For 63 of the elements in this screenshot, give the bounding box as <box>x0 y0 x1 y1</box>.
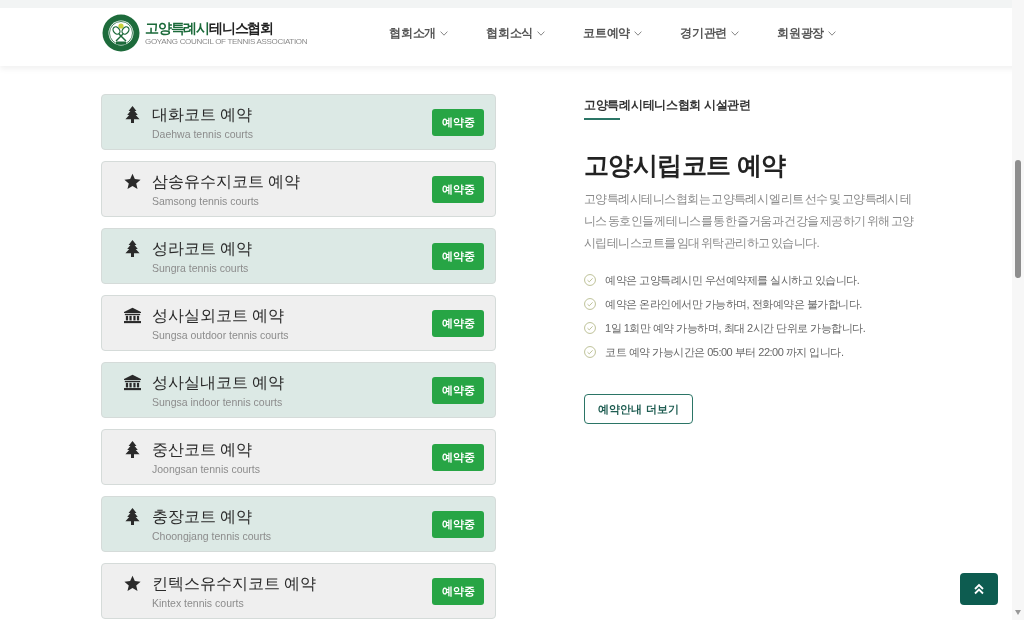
reserve-button[interactable]: 예약중 <box>432 577 484 605</box>
nav-menu-item[interactable]: 코트예약 <box>583 24 643 42</box>
note-text: 예약은 고양특례시민 우선예약제를 실시하고 있습니다. <box>605 272 860 288</box>
court-title: 대화코트 예약 <box>152 104 253 125</box>
logo-subtitle: GOYANG COUNCIL OF TENNIS ASSOCIATION <box>145 36 308 47</box>
star-icon <box>124 574 141 592</box>
court-title: 삼송유수지코트 예약 <box>152 171 301 192</box>
court-title: 충장코트 예약 <box>152 506 254 527</box>
note-text: 예약은 온라인에서만 가능하며, 전화예약은 불가합니다. <box>605 296 862 312</box>
chevron-down-icon <box>731 30 740 36</box>
pine-tree-icon <box>124 105 141 123</box>
star-icon <box>124 172 141 190</box>
court-subtitle: Choongjang tennis courts <box>152 529 272 543</box>
nav-menu-item[interactable]: 경기관련 <box>680 24 740 42</box>
court-title: 중산코트 예약 <box>152 439 254 460</box>
scrollbar-track[interactable] <box>1012 0 1024 620</box>
pine-tree-icon <box>124 507 141 525</box>
more-info-button[interactable]: 예약안내 더보기 <box>584 394 693 424</box>
reserve-button[interactable]: 예약중 <box>432 309 484 337</box>
chevron-down-icon <box>828 30 837 36</box>
court-subtitle: Daehwa tennis courts <box>152 127 253 141</box>
check-circle-icon <box>584 274 596 286</box>
scroll-down-arrow-icon[interactable] <box>1015 610 1021 615</box>
chevron-down-icon <box>537 30 546 36</box>
court-title: 성라코트 예약 <box>152 238 253 259</box>
pine-tree-icon <box>124 239 141 257</box>
chevron-down-icon <box>634 30 643 36</box>
court-subtitle: Kintex tennis courts <box>152 596 245 610</box>
court-title: 성사실내코트 예약 <box>152 372 285 393</box>
chevron-down-icon <box>440 30 449 36</box>
back-to-top-button[interactable] <box>960 573 998 605</box>
reserve-button[interactable]: 예약중 <box>432 175 484 203</box>
columned-building-icon <box>124 373 141 391</box>
section-label: 고양특례시테니스협회 시설관련 <box>584 97 751 114</box>
court-title: 성사실외코트 예약 <box>152 305 286 326</box>
double-chevron-up-icon <box>973 583 985 595</box>
crossed-rackets-emblem-icon[interactable] <box>102 14 140 52</box>
court-subtitle: Sungsa indoor tennis courts <box>152 395 284 409</box>
section-underline <box>584 118 620 120</box>
reserve-button[interactable]: 예약중 <box>432 376 484 404</box>
check-circle-icon <box>584 346 596 358</box>
reserve-button[interactable]: 예약중 <box>432 443 484 471</box>
court-subtitle: Samsong tennis courts <box>152 194 260 208</box>
note-text: 코트 예약 가능시간은 05:00 부터 22:00 까지 입니다. <box>605 344 844 360</box>
nav-menu-item[interactable]: 협회소식 <box>486 24 546 42</box>
columned-building-icon <box>124 306 141 324</box>
reserve-button[interactable]: 예약중 <box>432 242 484 270</box>
note-text: 1일 1회만 예약 가능하며, 최대 2시간 단위로 가능합니다. <box>605 320 866 336</box>
logo-title[interactable]: 고양특례시테니스협회 <box>145 19 274 37</box>
nav-menu-item[interactable]: 회원광장 <box>777 24 837 42</box>
check-circle-icon <box>584 298 596 310</box>
section-description: 고양특례시테니스협회는 고양특례시 엘리트 선수 및 고양특례시 테니스 동호인들께 테니스를 통한 즐거움과 건강을 제공하기 위해 고양시립테니스코트를 임대 위탁관리하고 있습니다. <box>584 192 915 251</box>
court-subtitle: Joongsan tennis courts <box>152 462 260 476</box>
court-subtitle: Sungsa outdoor tennis courts <box>152 328 289 342</box>
reserve-button[interactable]: 예약중 <box>432 108 484 136</box>
pine-tree-icon <box>124 440 141 458</box>
court-title: 킨텍스유수지코트 예약 <box>152 573 317 594</box>
nav-menu-item[interactable]: 협회소개 <box>389 24 449 42</box>
scrollbar-thumb[interactable] <box>1015 160 1021 278</box>
reserve-button[interactable]: 예약중 <box>432 510 484 538</box>
court-subtitle: Sungra tennis courts <box>152 261 250 275</box>
check-circle-icon <box>584 322 596 334</box>
section-heading: 고양시립코트 예약 <box>584 150 786 181</box>
